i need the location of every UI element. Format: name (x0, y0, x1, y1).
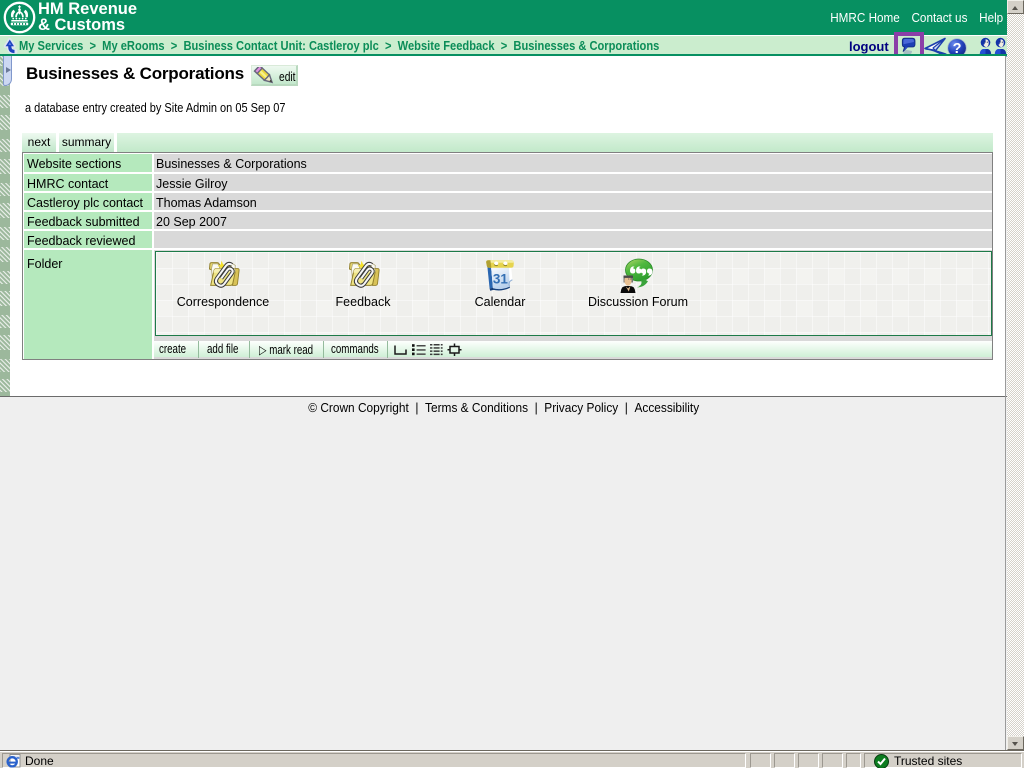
svg-text:31: 31 (493, 272, 509, 287)
